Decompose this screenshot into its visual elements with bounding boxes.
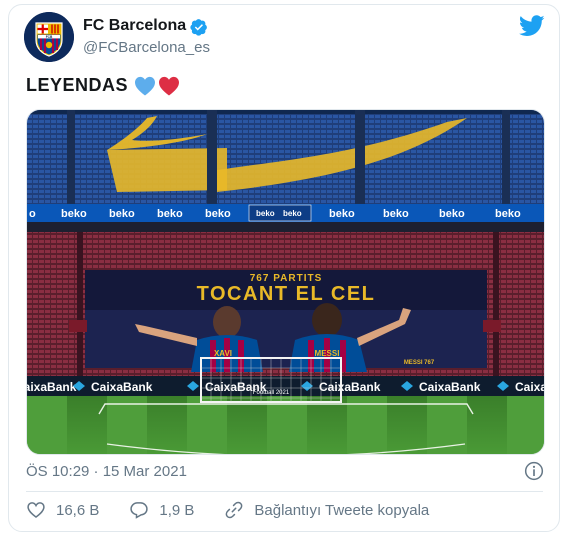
avatar-text: FCB	[46, 35, 53, 39]
beko-ad-3: beko	[109, 208, 135, 220]
fcb-crest-icon: FCB	[24, 12, 74, 62]
banner-main-text: TOCANT EL CEL	[197, 283, 376, 305]
link-icon	[226, 501, 243, 519]
caixabank-ad-6: CaixaBank	[515, 380, 544, 394]
beko-ad-4: beko	[157, 208, 183, 220]
beko-ad-1: o	[29, 208, 36, 220]
beko-box-right: beko	[283, 209, 302, 218]
beko-ad-9: beko	[495, 208, 521, 220]
goal-net-text: Football 2021	[253, 390, 290, 396]
caixabank-ad-5: CaixaBank	[419, 380, 481, 394]
caixabank-ad-2: CaixaBank	[91, 380, 153, 394]
like-count: 16,6 B	[56, 501, 100, 519]
account-handle[interactable]: @FCBarcelona_es	[83, 39, 210, 56]
reply-button[interactable]: 1,9 B	[129, 500, 194, 520]
copy-link-label: Bağlantıyı Tweete kopyala	[254, 501, 430, 519]
caixabank-ad-4: CaixaBank	[319, 380, 381, 394]
avatar[interactable]: FCB	[24, 12, 74, 62]
player-left-name: XAVI	[214, 349, 232, 358]
blue-heart-emoji-icon	[135, 76, 156, 96]
twitter-bird-icon[interactable]	[519, 15, 545, 37]
player-right-name: MESSI	[315, 349, 340, 358]
board-text: MESSI 767	[404, 360, 435, 366]
beko-ad-8: beko	[439, 208, 465, 220]
heart-icon	[27, 502, 45, 519]
reply-bubble-icon	[130, 502, 149, 519]
beko-ad-5: beko	[205, 208, 231, 220]
tweet-actions: 16,6 B 1,9 B Bağlantıyı Tweete kopyala	[26, 500, 459, 520]
red-heart-emoji-icon	[159, 76, 180, 96]
divider	[26, 491, 543, 492]
tweet-text: LEYENDAS	[26, 75, 180, 96]
tweet-text-content: LEYENDAS	[26, 75, 129, 95]
account-name[interactable]: FC Barcelona	[83, 17, 186, 35]
tweet-media-image[interactable]: o beko beko beko beko beko beko beko bek…	[26, 109, 545, 455]
tweet-card: FCB FC Barcelona @FCBarcelona_es LEYENDA…	[8, 4, 560, 532]
stadium-photo: o beko beko beko beko beko beko beko bek…	[27, 110, 544, 454]
info-icon[interactable]	[524, 461, 544, 481]
reply-count: 1,9 B	[159, 501, 195, 519]
caixabank-ad-1: CaixaBank	[27, 380, 77, 394]
beko-ad-6: beko	[329, 208, 355, 220]
beko-ad-2: beko	[61, 208, 87, 220]
beko-ad-7: beko	[383, 208, 409, 220]
copy-link-button[interactable]: Bağlantıyı Tweete kopyala	[224, 500, 429, 520]
beko-box-left: beko	[256, 209, 275, 218]
verified-badge-icon	[190, 19, 207, 36]
tweet-timestamp[interactable]: ÖS 10:29 · 15 Mar 2021	[26, 463, 187, 480]
like-button[interactable]: 16,6 B	[26, 500, 99, 520]
